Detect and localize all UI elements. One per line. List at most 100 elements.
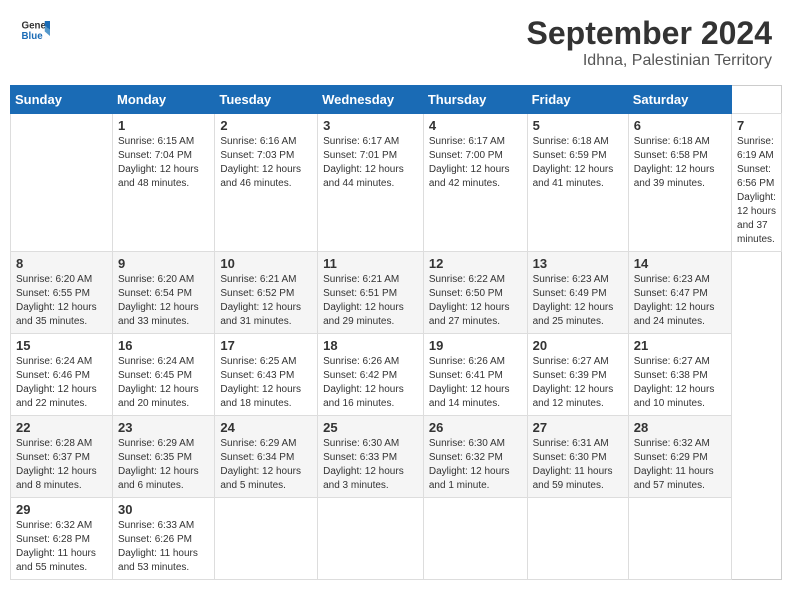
day-number: 22: [16, 420, 107, 435]
day-number: 17: [220, 338, 312, 353]
month-title: September 2024: [527, 15, 772, 52]
day-number: 23: [118, 420, 209, 435]
cell-content: Sunrise: 6:23 AM Sunset: 6:49 PM Dayligh…: [533, 273, 623, 329]
calendar-cell: [423, 498, 527, 580]
calendar-cell: 11 Sunrise: 6:21 AM Sunset: 6:51 PM Dayl…: [318, 252, 424, 334]
day-number: 2: [220, 118, 312, 133]
cell-content: Sunrise: 6:24 AM Sunset: 6:46 PM Dayligh…: [16, 355, 107, 411]
calendar-cell: 30 Sunrise: 6:33 AM Sunset: 6:26 PM Dayl…: [113, 498, 215, 580]
calendar-cell: 13 Sunrise: 6:23 AM Sunset: 6:49 PM Dayl…: [527, 252, 628, 334]
cell-content: Sunrise: 6:16 AM Sunset: 7:03 PM Dayligh…: [220, 135, 312, 191]
day-number: 29: [16, 502, 107, 517]
calendar-cell: 29 Sunrise: 6:32 AM Sunset: 6:28 PM Dayl…: [11, 498, 113, 580]
calendar-header-row: SundayMondayTuesdayWednesdayThursdayFrid…: [11, 86, 782, 114]
cell-content: Sunrise: 6:20 AM Sunset: 6:55 PM Dayligh…: [16, 273, 107, 329]
col-header-monday: Monday: [113, 86, 215, 114]
day-number: 24: [220, 420, 312, 435]
day-number: 7: [737, 118, 776, 133]
calendar-cell: 1 Sunrise: 6:15 AM Sunset: 7:04 PM Dayli…: [113, 114, 215, 252]
calendar-cell: [215, 498, 318, 580]
page-header: General Blue September 2024 Idhna, Pales…: [10, 10, 782, 75]
col-header-sunday: Sunday: [11, 86, 113, 114]
calendar-cell: [11, 114, 113, 252]
calendar-cell: 5 Sunrise: 6:18 AM Sunset: 6:59 PM Dayli…: [527, 114, 628, 252]
day-number: 9: [118, 256, 209, 271]
cell-content: Sunrise: 6:24 AM Sunset: 6:45 PM Dayligh…: [118, 355, 209, 411]
cell-content: Sunrise: 6:32 AM Sunset: 6:29 PM Dayligh…: [634, 437, 726, 493]
calendar-week-row: 1 Sunrise: 6:15 AM Sunset: 7:04 PM Dayli…: [11, 114, 782, 252]
cell-content: Sunrise: 6:22 AM Sunset: 6:50 PM Dayligh…: [429, 273, 522, 329]
calendar-cell: 19 Sunrise: 6:26 AM Sunset: 6:41 PM Dayl…: [423, 334, 527, 416]
cell-content: Sunrise: 6:29 AM Sunset: 6:35 PM Dayligh…: [118, 437, 209, 493]
calendar-cell: 18 Sunrise: 6:26 AM Sunset: 6:42 PM Dayl…: [318, 334, 424, 416]
cell-content: Sunrise: 6:17 AM Sunset: 7:01 PM Dayligh…: [323, 135, 418, 191]
cell-content: Sunrise: 6:31 AM Sunset: 6:30 PM Dayligh…: [533, 437, 623, 493]
calendar-cell: 26 Sunrise: 6:30 AM Sunset: 6:32 PM Dayl…: [423, 416, 527, 498]
cell-content: Sunrise: 6:29 AM Sunset: 6:34 PM Dayligh…: [220, 437, 312, 493]
day-number: 10: [220, 256, 312, 271]
calendar-cell: 17 Sunrise: 6:25 AM Sunset: 6:43 PM Dayl…: [215, 334, 318, 416]
cell-content: Sunrise: 6:27 AM Sunset: 6:38 PM Dayligh…: [634, 355, 726, 411]
cell-content: Sunrise: 6:26 AM Sunset: 6:42 PM Dayligh…: [323, 355, 418, 411]
day-number: 25: [323, 420, 418, 435]
day-number: 27: [533, 420, 623, 435]
day-number: 11: [323, 256, 418, 271]
cell-content: Sunrise: 6:21 AM Sunset: 6:52 PM Dayligh…: [220, 273, 312, 329]
day-number: 3: [323, 118, 418, 133]
calendar-cell: 23 Sunrise: 6:29 AM Sunset: 6:35 PM Dayl…: [113, 416, 215, 498]
logo: General Blue: [20, 15, 50, 45]
cell-content: Sunrise: 6:20 AM Sunset: 6:54 PM Dayligh…: [118, 273, 209, 329]
calendar-cell: 10 Sunrise: 6:21 AM Sunset: 6:52 PM Dayl…: [215, 252, 318, 334]
calendar-week-row: 15 Sunrise: 6:24 AM Sunset: 6:46 PM Dayl…: [11, 334, 782, 416]
svg-text:Blue: Blue: [22, 31, 44, 42]
day-number: 21: [634, 338, 726, 353]
day-number: 4: [429, 118, 522, 133]
cell-content: Sunrise: 6:32 AM Sunset: 6:28 PM Dayligh…: [16, 519, 107, 575]
cell-content: Sunrise: 6:18 AM Sunset: 6:59 PM Dayligh…: [533, 135, 623, 191]
day-number: 13: [533, 256, 623, 271]
calendar-cell: 14 Sunrise: 6:23 AM Sunset: 6:47 PM Dayl…: [628, 252, 731, 334]
calendar-cell: 12 Sunrise: 6:22 AM Sunset: 6:50 PM Dayl…: [423, 252, 527, 334]
calendar-cell: 9 Sunrise: 6:20 AM Sunset: 6:54 PM Dayli…: [113, 252, 215, 334]
calendar-cell: 2 Sunrise: 6:16 AM Sunset: 7:03 PM Dayli…: [215, 114, 318, 252]
col-header-friday: Friday: [527, 86, 628, 114]
calendar-table: SundayMondayTuesdayWednesdayThursdayFrid…: [10, 85, 782, 580]
day-number: 28: [634, 420, 726, 435]
col-header-tuesday: Tuesday: [215, 86, 318, 114]
cell-content: Sunrise: 6:26 AM Sunset: 6:41 PM Dayligh…: [429, 355, 522, 411]
calendar-cell: 28 Sunrise: 6:32 AM Sunset: 6:29 PM Dayl…: [628, 416, 731, 498]
calendar-cell: 16 Sunrise: 6:24 AM Sunset: 6:45 PM Dayl…: [113, 334, 215, 416]
calendar-week-row: 8 Sunrise: 6:20 AM Sunset: 6:55 PM Dayli…: [11, 252, 782, 334]
day-number: 8: [16, 256, 107, 271]
cell-content: Sunrise: 6:33 AM Sunset: 6:26 PM Dayligh…: [118, 519, 209, 575]
location-title: Idhna, Palestinian Territory: [527, 52, 772, 70]
day-number: 30: [118, 502, 209, 517]
cell-content: Sunrise: 6:23 AM Sunset: 6:47 PM Dayligh…: [634, 273, 726, 329]
day-number: 12: [429, 256, 522, 271]
col-header-wednesday: Wednesday: [318, 86, 424, 114]
day-number: 15: [16, 338, 107, 353]
calendar-cell: 4 Sunrise: 6:17 AM Sunset: 7:00 PM Dayli…: [423, 114, 527, 252]
day-number: 6: [634, 118, 726, 133]
day-number: 19: [429, 338, 522, 353]
day-number: 1: [118, 118, 209, 133]
cell-content: Sunrise: 6:19 AM Sunset: 6:56 PM Dayligh…: [737, 135, 776, 247]
calendar-cell: 22 Sunrise: 6:28 AM Sunset: 6:37 PM Dayl…: [11, 416, 113, 498]
day-number: 14: [634, 256, 726, 271]
cell-content: Sunrise: 6:25 AM Sunset: 6:43 PM Dayligh…: [220, 355, 312, 411]
calendar-week-row: 22 Sunrise: 6:28 AM Sunset: 6:37 PM Dayl…: [11, 416, 782, 498]
title-block: September 2024 Idhna, Palestinian Territ…: [527, 15, 772, 70]
col-header-thursday: Thursday: [423, 86, 527, 114]
calendar-cell: 24 Sunrise: 6:29 AM Sunset: 6:34 PM Dayl…: [215, 416, 318, 498]
logo-icon: General Blue: [20, 15, 50, 45]
day-number: 20: [533, 338, 623, 353]
cell-content: Sunrise: 6:28 AM Sunset: 6:37 PM Dayligh…: [16, 437, 107, 493]
calendar-cell: [318, 498, 424, 580]
calendar-cell: 27 Sunrise: 6:31 AM Sunset: 6:30 PM Dayl…: [527, 416, 628, 498]
day-number: 26: [429, 420, 522, 435]
calendar-cell: 20 Sunrise: 6:27 AM Sunset: 6:39 PM Dayl…: [527, 334, 628, 416]
cell-content: Sunrise: 6:27 AM Sunset: 6:39 PM Dayligh…: [533, 355, 623, 411]
cell-content: Sunrise: 6:30 AM Sunset: 6:32 PM Dayligh…: [429, 437, 522, 493]
calendar-week-row: 29 Sunrise: 6:32 AM Sunset: 6:28 PM Dayl…: [11, 498, 782, 580]
cell-content: Sunrise: 6:17 AM Sunset: 7:00 PM Dayligh…: [429, 135, 522, 191]
